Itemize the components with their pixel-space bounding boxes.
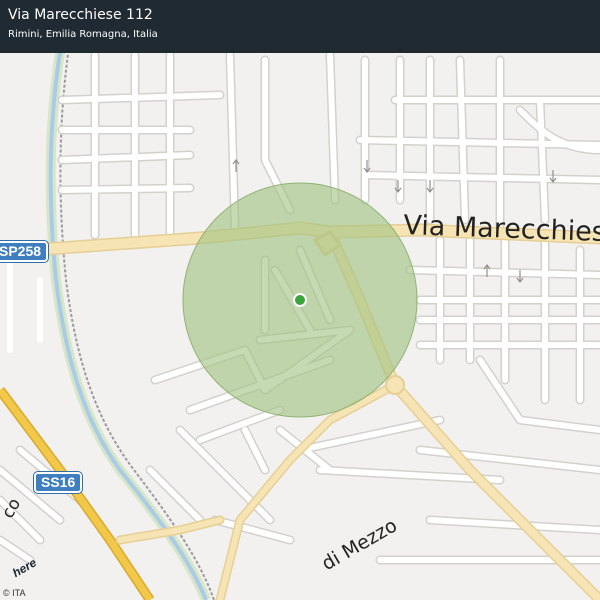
location-header: Via Marecchiese 112 Rimini, Emilia Romag… <box>0 0 600 53</box>
shield-sp258: SP258 <box>0 240 50 263</box>
shield-ss16: SS16 <box>32 471 84 494</box>
address-subtitle: Rimini, Emilia Romagna, Italia <box>8 29 158 40</box>
copyright-text: © ITA <box>3 588 26 598</box>
map-canvas[interactable] <box>0 0 600 600</box>
address-title: Via Marecchiese 112 <box>8 7 153 23</box>
